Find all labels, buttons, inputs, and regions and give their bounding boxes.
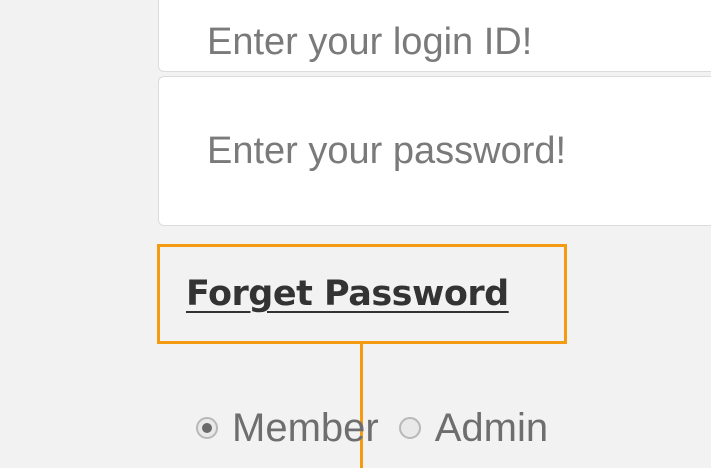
forget-password-link[interactable]: Forget Password: [186, 274, 509, 314]
forget-password-highlight: Forget Password: [157, 244, 567, 344]
login-id-field[interactable]: [158, 0, 711, 72]
member-radio-label: Member: [232, 405, 379, 450]
radio-selected-dot: [202, 423, 212, 433]
admin-radio-label: Admin: [434, 405, 549, 450]
role-radio-group: Member Admin: [196, 400, 548, 456]
password-field[interactable]: [158, 76, 711, 226]
radio-option-admin[interactable]: Admin: [398, 405, 549, 451]
admin-radio-button[interactable]: [398, 417, 421, 439]
password-input[interactable]: [159, 77, 711, 225]
login-id-input[interactable]: [159, 0, 711, 71]
radio-option-member[interactable]: Member: [196, 406, 379, 451]
member-radio-button[interactable]: [196, 417, 218, 439]
